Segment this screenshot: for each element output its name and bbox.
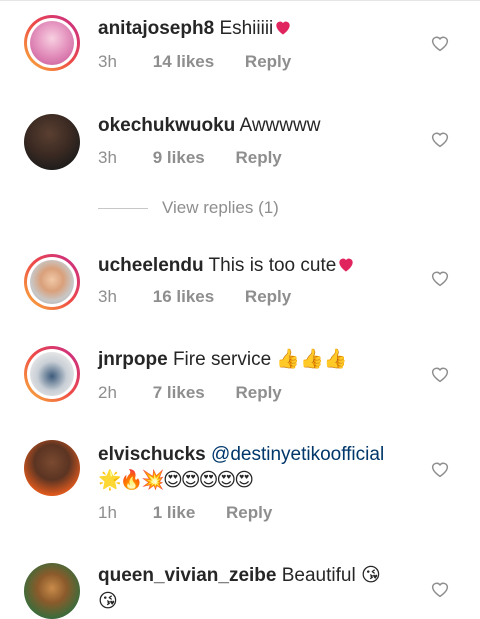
comment-time: 3h — [98, 287, 117, 306]
emoji-row: 🌟🔥💥😍😍😍😍😍 — [98, 470, 254, 491]
reply-button[interactable]: Reply — [235, 148, 281, 168]
avatar[interactable] — [24, 563, 80, 619]
like-heart-icon[interactable] — [430, 130, 450, 148]
likes-count[interactable]: 7 likes — [153, 383, 205, 403]
avatar[interactable] — [24, 440, 80, 496]
avatar[interactable] — [24, 254, 80, 310]
like-heart-icon[interactable] — [430, 269, 450, 287]
comment-time: 2h — [98, 383, 117, 402]
likes-count[interactable]: 9 likes — [153, 148, 205, 168]
kissing-face-icon: 😘 — [360, 565, 381, 586]
reply-button[interactable]: Reply — [245, 287, 291, 307]
reply-button[interactable]: Reply — [226, 503, 272, 523]
thumbs-up-icon: 👍👍👍 — [276, 349, 348, 370]
comment-username[interactable]: jnrpope — [98, 349, 168, 370]
divider-line — [98, 208, 148, 210]
comment-text: Fire service — [172, 349, 272, 370]
reply-button[interactable]: Reply — [245, 52, 291, 72]
comment-text: This is too cute — [208, 255, 337, 276]
red-heart-icon — [276, 21, 290, 35]
likes-count[interactable]: 16 likes — [153, 287, 214, 307]
comment-time: 3h — [98, 52, 117, 71]
view-replies-button[interactable]: View replies (1) — [98, 198, 279, 218]
comment-time: 1h — [98, 503, 117, 522]
comment-username[interactable]: elvischucks — [98, 444, 206, 465]
likes-count[interactable]: 14 likes — [153, 52, 214, 72]
comment-username[interactable]: queen_vivian_zeibe — [98, 565, 276, 586]
top-divider — [0, 0, 480, 1]
comment-text: Beautiful — [281, 565, 356, 586]
comment-username[interactable]: ucheelendu — [98, 255, 204, 276]
like-heart-icon[interactable] — [430, 580, 450, 598]
likes-count[interactable]: 1 like — [153, 503, 196, 523]
avatar[interactable] — [24, 15, 80, 71]
comment-username[interactable]: okechukwuoku — [98, 115, 235, 136]
red-heart-icon — [339, 258, 353, 272]
like-heart-icon[interactable] — [430, 365, 450, 383]
reply-button[interactable]: Reply — [235, 383, 281, 403]
mention-link[interactable]: @destinyetikoofficial — [211, 444, 384, 465]
like-heart-icon[interactable] — [430, 34, 450, 52]
comment-time: 3h — [98, 148, 117, 167]
comment-username[interactable]: anitajoseph8 — [98, 18, 214, 39]
comment-text: Eshiiiii — [219, 18, 274, 39]
avatar[interactable] — [24, 114, 80, 170]
like-heart-icon[interactable] — [430, 460, 450, 478]
avatar[interactable] — [24, 346, 80, 402]
kissing-face-icon: 😘 — [98, 591, 118, 612]
view-replies-label: View replies (1) — [162, 198, 279, 217]
comment-text: Awwwww — [239, 115, 321, 136]
